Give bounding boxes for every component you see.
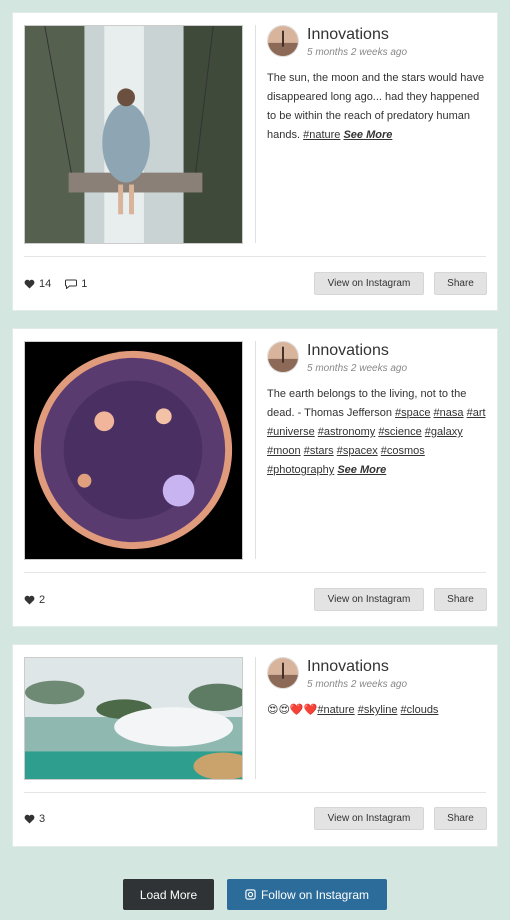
- hashtag-link[interactable]: #clouds: [401, 704, 439, 716]
- likes-count: 2: [24, 594, 45, 606]
- hashtag-link[interactable]: #stars: [304, 445, 334, 457]
- hashtag-link[interactable]: #astronomy: [318, 426, 375, 438]
- likes-count: 3: [24, 813, 45, 825]
- post-card: Innovations 5 months 2 weeks ago The sun…: [12, 12, 498, 311]
- post-image[interactable]: [24, 25, 243, 244]
- hashtag-link[interactable]: #universe: [267, 426, 315, 438]
- hashtag-link[interactable]: #nature: [303, 129, 340, 141]
- vertical-divider: [255, 657, 256, 779]
- hashtag-link[interactable]: #science: [378, 426, 421, 438]
- username[interactable]: Innovations: [307, 342, 389, 360]
- instagram-icon: [245, 889, 256, 900]
- heart-icon: [24, 279, 35, 289]
- post-stats: 2: [24, 594, 45, 606]
- vertical-divider: [255, 341, 256, 559]
- see-more-link[interactable]: See More: [337, 464, 386, 476]
- load-more-button[interactable]: Load More: [123, 879, 214, 910]
- post-caption: The earth belongs to the living, not to …: [267, 385, 489, 480]
- post-card: Innovations 5 months 2 weeks ago 😍😍❤️❤️#…: [12, 644, 498, 847]
- timestamp: 5 months 2 weeks ago: [307, 363, 408, 374]
- view-on-instagram-button[interactable]: View on Instagram: [314, 588, 424, 611]
- comments-count: 1: [65, 278, 87, 290]
- hashtag-link[interactable]: #space: [395, 407, 430, 419]
- hashtag-link[interactable]: #nature: [317, 704, 354, 716]
- share-button[interactable]: Share: [434, 588, 487, 611]
- post-stats: 14 1: [24, 278, 87, 290]
- hashtag-link[interactable]: #spacex: [337, 445, 378, 457]
- horizontal-divider: [24, 256, 486, 257]
- caption-emoji: 😍😍❤️❤️: [267, 704, 318, 716]
- hashtag-link[interactable]: #galaxy: [425, 426, 463, 438]
- comment-icon: [65, 279, 78, 289]
- hashtag-link[interactable]: #photography: [267, 464, 334, 476]
- see-more-link[interactable]: See More: [343, 129, 392, 141]
- post-card: Innovations 5 months 2 weeks ago The ear…: [12, 328, 498, 627]
- timestamp: 5 months 2 weeks ago: [307, 47, 408, 58]
- likes-value: 14: [39, 278, 52, 290]
- view-on-instagram-button[interactable]: View on Instagram: [314, 807, 424, 830]
- share-button[interactable]: Share: [434, 807, 487, 830]
- vertical-divider: [255, 25, 256, 243]
- avatar[interactable]: [267, 25, 299, 57]
- post-stats: 3: [24, 813, 45, 825]
- likes-value: 2: [39, 594, 46, 606]
- follow-label: Follow on Instagram: [260, 887, 370, 902]
- post-image[interactable]: [24, 657, 243, 780]
- username[interactable]: Innovations: [307, 658, 389, 676]
- follow-on-instagram-button[interactable]: Follow on Instagram: [227, 879, 387, 910]
- likes-count: 14: [24, 278, 51, 290]
- hashtag-link[interactable]: #art: [467, 407, 486, 419]
- post-caption: 😍😍❤️❤️#nature #skyline #clouds: [267, 701, 489, 720]
- horizontal-divider: [24, 572, 486, 573]
- post-caption: The sun, the moon and the stars would ha…: [267, 69, 489, 145]
- avatar[interactable]: [267, 341, 299, 373]
- hashtag-link[interactable]: #cosmos: [381, 445, 425, 457]
- post-image[interactable]: [24, 341, 243, 560]
- hashtag-link[interactable]: #moon: [267, 445, 301, 457]
- hashtag-link[interactable]: #skyline: [358, 704, 398, 716]
- heart-icon: [24, 595, 35, 605]
- avatar[interactable]: [267, 657, 299, 689]
- comments-value: 1: [81, 278, 88, 290]
- timestamp: 5 months 2 weeks ago: [307, 679, 408, 690]
- horizontal-divider: [24, 792, 486, 793]
- heart-icon: [24, 814, 35, 824]
- hashtag-link[interactable]: #nasa: [434, 407, 464, 419]
- view-on-instagram-button[interactable]: View on Instagram: [314, 272, 424, 295]
- share-button[interactable]: Share: [434, 272, 487, 295]
- username[interactable]: Innovations: [307, 26, 389, 44]
- likes-value: 3: [39, 813, 46, 825]
